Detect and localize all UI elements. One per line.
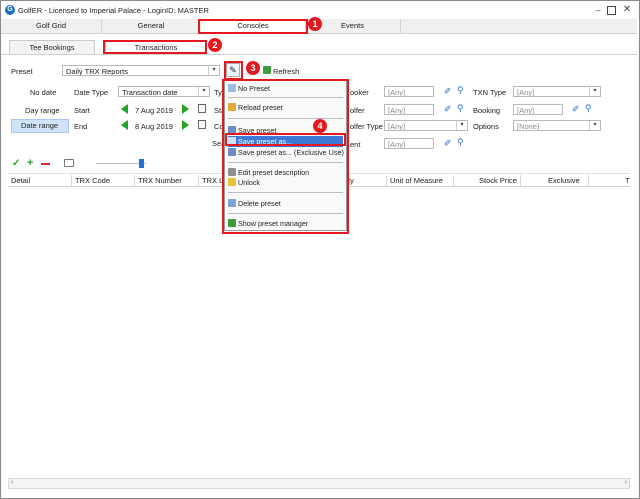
checkmark-icon[interactable]: ✓ — [12, 158, 20, 169]
search-icon[interactable]: ⚲ — [457, 103, 464, 114]
previous-day-arrow-icon[interactable] — [121, 104, 128, 114]
start-label: Start — [74, 106, 90, 115]
options-label: Options — [473, 122, 499, 131]
preset-label: Preset — [11, 67, 33, 76]
options-value: [None] — [517, 122, 540, 131]
step-badge-2: 2 — [208, 38, 222, 52]
date-type-label: Date Type — [74, 88, 109, 97]
eraser-icon[interactable]: ✐ — [572, 104, 580, 115]
golfer-type-value: [Any] — [388, 122, 406, 131]
booker-field[interactable]: [Any] — [384, 86, 434, 97]
column-stock-price[interactable]: Stock Price — [479, 176, 517, 185]
calendar-icon[interactable] — [198, 120, 206, 129]
column-divider — [453, 175, 454, 186]
date-type-value: Transaction date — [122, 88, 178, 97]
app-logo-icon: G — [5, 5, 15, 15]
column-trx-number[interactable]: TRX Number — [138, 176, 182, 185]
column-t[interactable]: T — [625, 176, 630, 185]
search-icon[interactable]: ⚲ — [457, 137, 464, 148]
date-range-label: Date range — [21, 121, 59, 130]
previous-day-arrow-icon[interactable] — [121, 120, 128, 130]
refresh-button[interactable]: Refresh — [273, 67, 299, 76]
scroll-left-icon[interactable]: ‹ — [11, 479, 13, 486]
add-icon[interactable]: + — [27, 157, 33, 169]
event-label: ent — [350, 140, 361, 149]
column-trx-code[interactable]: TRX Code — [75, 176, 110, 185]
highlight-transactions — [103, 40, 207, 54]
options-select[interactable]: [None] ▾ — [513, 120, 601, 131]
column-exclusive[interactable]: Exclusive — [548, 176, 580, 185]
chevron-down-icon: ▾ — [208, 66, 219, 75]
no-date-button[interactable]: No date — [30, 88, 56, 97]
column-divider — [71, 175, 72, 186]
sub-tab-strip: Tee Bookings Transactions — [1, 40, 637, 55]
chevron-down-icon: ▾ — [198, 87, 209, 96]
booking-label: Booking — [473, 106, 501, 115]
end-label: End — [74, 122, 88, 131]
day-range-button[interactable]: Day range — [25, 106, 60, 115]
booker-label: ooker — [350, 88, 369, 97]
event-field[interactable]: [Any] — [384, 138, 434, 149]
chevron-down-icon: ▾ — [456, 121, 467, 130]
title-bar: G GolfER - Licensed to Imperial Palace -… — [1, 1, 637, 19]
search-icon[interactable]: ⚲ — [585, 103, 592, 114]
maximize-icon[interactable] — [604, 4, 618, 16]
txn-type-select[interactable]: [Any] ▾ — [513, 86, 601, 97]
highlight-save-preset-as — [225, 133, 346, 146]
scroll-right-icon[interactable]: › — [625, 479, 627, 486]
golfer-label: olfer — [350, 106, 365, 115]
highlight-preset-tools — [224, 61, 243, 80]
booking-field[interactable]: [Any] — [513, 104, 563, 115]
column-detail[interactable]: Detail — [11, 176, 30, 185]
txn-type-label: TXN Type — [473, 88, 507, 97]
start-date-value[interactable]: 7 Aug 2019 — [135, 106, 173, 115]
tab-tee-bookings[interactable]: Tee Bookings — [9, 40, 95, 54]
preset-value: Daily TRX Reports — [66, 67, 128, 76]
column-divider — [198, 175, 199, 186]
chevron-down-icon: ▾ — [589, 87, 600, 96]
txn-type-value: [Any] — [517, 88, 535, 97]
minimize-icon[interactable]: – — [591, 4, 605, 16]
horizontal-scrollbar[interactable]: ‹ › — [8, 478, 630, 489]
column-unit-of-measure[interactable]: Unit of Measure — [390, 176, 443, 185]
column-divider — [134, 175, 135, 186]
remove-icon[interactable] — [41, 163, 50, 165]
next-day-arrow-icon[interactable] — [182, 104, 189, 114]
printer-icon[interactable] — [64, 159, 74, 167]
step-badge-1: 1 — [308, 17, 322, 31]
golfer-type-label: olfer Type — [350, 122, 383, 131]
eraser-icon[interactable]: ✐ — [444, 138, 452, 149]
search-icon[interactable]: ⚲ — [457, 85, 464, 96]
end-date-value[interactable]: 8 Aug 2019 — [135, 122, 173, 131]
highlight-preset-menu — [222, 79, 349, 234]
refresh-icon — [263, 66, 271, 74]
close-icon[interactable]: ✕ — [620, 4, 634, 16]
calendar-icon[interactable] — [198, 104, 206, 113]
preset-select[interactable]: Daily TRX Reports ▾ — [62, 65, 220, 76]
step-badge-3: 3 — [246, 61, 260, 75]
column-divider — [520, 175, 521, 186]
highlight-consoles — [198, 19, 308, 34]
date-type-select[interactable]: Transaction date ▾ — [118, 86, 210, 97]
eraser-icon[interactable]: ✐ — [444, 104, 452, 115]
zoom-slider-thumb[interactable] — [139, 159, 144, 168]
column-divider — [386, 175, 387, 186]
golfer-field[interactable]: [Any] — [384, 104, 434, 115]
column-divider — [588, 175, 589, 186]
tab-golf-grid[interactable]: Golf Grid — [1, 19, 102, 33]
chevron-down-icon: ▾ — [589, 121, 600, 130]
golfer-type-select[interactable]: [Any] ▾ — [384, 120, 468, 131]
step-badge-4: 4 — [313, 119, 327, 133]
next-day-arrow-icon[interactable] — [182, 120, 189, 130]
eraser-icon[interactable]: ✐ — [444, 86, 452, 97]
window-title: GolfER - Licensed to Imperial Palace - L… — [18, 6, 209, 15]
tab-general[interactable]: General — [101, 19, 202, 33]
